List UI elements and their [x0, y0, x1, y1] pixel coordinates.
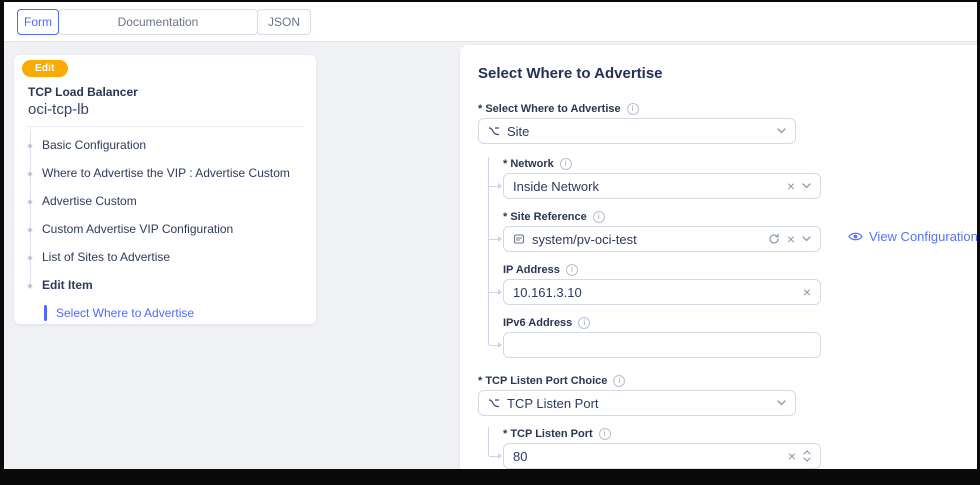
field-label: IPv6 Address: [503, 317, 572, 329]
one-of-fork-icon: [488, 125, 500, 137]
eye-icon: [848, 231, 863, 242]
content-area: Edit TCP Load Balancer oci-tcp-lb Basic …: [4, 42, 977, 469]
nav-item-label: Where to Advertise the VIP : Advertise C…: [42, 166, 290, 180]
view-mode-tabs: Form Documentation JSON: [4, 2, 977, 35]
clear-icon[interactable]: ×: [787, 179, 795, 193]
info-icon[interactable]: i: [578, 317, 590, 329]
field-label: * Site Reference: [503, 211, 587, 223]
info-icon[interactable]: i: [613, 375, 625, 387]
nav-subitem-label: Select Where to Advertise: [56, 306, 194, 320]
tab-json[interactable]: JSON: [257, 9, 311, 35]
field-label: * Select Where to Advertise: [478, 103, 621, 115]
refresh-icon[interactable]: [768, 233, 780, 245]
app-window: Form Documentation JSON Edit TCP Load Ba…: [4, 2, 977, 469]
network-label-row: * Network i: [503, 157, 977, 170]
where-select-label-row: * Select Where to Advertise i: [478, 102, 977, 115]
field-label: * TCP Listen Port Choice: [478, 375, 607, 387]
nav-item-select-where-to-advertise-active[interactable]: Select Where to Advertise: [14, 299, 316, 327]
bullet-icon: [27, 227, 33, 233]
ip-address-input[interactable]: [513, 285, 796, 300]
nav-item-label: Basic Configuration: [42, 138, 146, 152]
where-select-value: Site: [507, 124, 770, 139]
site-reference-value: system/pv-oci-test: [532, 232, 761, 247]
site-reference-label-row: * Site Reference i: [503, 210, 977, 223]
tcp-listen-port-choice-value: TCP Listen Port: [507, 396, 770, 411]
object-type-label: TCP Load Balancer: [28, 85, 316, 99]
chevron-down-icon[interactable]: [777, 128, 786, 134]
nav-item-list-of-sites-to-advertise[interactable]: List of Sites to Advertise: [14, 243, 316, 271]
tcp-listen-port-input-box: ×: [503, 443, 821, 469]
stepper-up-icon[interactable]: [803, 450, 811, 455]
nav-item-label: Custom Advertise VIP Configuration: [42, 222, 233, 236]
form-section-nav: Basic Configuration Where to Advertise t…: [14, 127, 316, 327]
bullet-icon: [27, 143, 33, 149]
field-label: * TCP Listen Port: [503, 428, 593, 440]
nav-item-advertise-custom[interactable]: Advertise Custom: [14, 187, 316, 215]
clear-icon[interactable]: ×: [803, 285, 811, 299]
ip-address-input-box: ×: [503, 279, 821, 305]
number-stepper[interactable]: [803, 450, 811, 462]
info-icon[interactable]: i: [599, 428, 611, 440]
field-label: IP Address: [503, 264, 560, 276]
ipv6-address-input-box: [503, 332, 821, 358]
nav-item-label: Edit Item: [42, 278, 93, 292]
ip-address-field: IP Address i ×: [503, 263, 977, 305]
network-value: Inside Network: [513, 179, 780, 194]
chevron-down-icon[interactable]: [777, 400, 786, 406]
select-where-to-advertise-panel: Select Where to Advertise * Select Where…: [460, 45, 977, 469]
edit-mode-badge: Edit: [22, 60, 68, 77]
info-icon[interactable]: i: [566, 264, 578, 276]
ipv6-address-input[interactable]: [513, 338, 811, 353]
active-indicator-bar: [44, 305, 47, 321]
site-reference-select[interactable]: system/pv-oci-test ×: [503, 226, 821, 252]
panel-title: Select Where to Advertise: [478, 65, 977, 82]
info-icon[interactable]: i: [593, 211, 605, 223]
view-configuration-label: View Configuration: [869, 229, 977, 244]
tcp-listen-port-choice-label-row: * TCP Listen Port Choice i: [478, 374, 977, 387]
ipv6-address-field: IPv6 Address i: [503, 316, 977, 358]
view-mode-tab-bar: Form Documentation JSON: [4, 2, 977, 42]
stepper-down-icon[interactable]: [803, 457, 811, 462]
clear-icon[interactable]: ×: [787, 232, 795, 246]
tab-form[interactable]: Form: [17, 9, 59, 35]
tcp-listen-port-field: * TCP Listen Port i ×: [503, 427, 977, 469]
view-configuration-link[interactable]: View Configuration: [848, 229, 977, 244]
object-name: oci-tcp-lb: [28, 101, 316, 118]
tcp-listen-port-choice-select[interactable]: TCP Listen Port: [478, 390, 796, 416]
nav-item-where-to-advertise-vip[interactable]: Where to Advertise the VIP : Advertise C…: [14, 159, 316, 187]
ip-address-label-row: IP Address i: [503, 263, 977, 276]
nav-item-label: Advertise Custom: [42, 194, 137, 208]
chevron-down-icon[interactable]: [802, 236, 811, 242]
tcp-listen-port-input[interactable]: [513, 449, 781, 464]
window-frame: Form Documentation JSON Edit TCP Load Ba…: [0, 0, 980, 485]
bullet-icon: [27, 283, 33, 289]
info-icon[interactable]: i: [627, 103, 639, 115]
bullet-icon: [27, 199, 33, 205]
network-select[interactable]: Inside Network ×: [503, 173, 821, 199]
tab-documentation[interactable]: Documentation: [58, 9, 258, 35]
bullet-icon: [27, 171, 33, 177]
tcp-listen-port-label-row: * TCP Listen Port i: [503, 427, 977, 440]
nav-item-edit-item[interactable]: Edit Item: [14, 271, 316, 299]
where-to-advertise-select[interactable]: Site: [478, 118, 796, 144]
ipv6-address-label-row: IPv6 Address i: [503, 316, 977, 329]
chevron-down-icon[interactable]: [802, 183, 811, 189]
form-navigation-card: Edit TCP Load Balancer oci-tcp-lb Basic …: [14, 55, 316, 324]
clear-icon[interactable]: ×: [788, 449, 796, 463]
nav-item-custom-advertise-vip-configuration[interactable]: Custom Advertise VIP Configuration: [14, 215, 316, 243]
tcp-port-subfields-group: * TCP Listen Port i ×: [488, 427, 977, 469]
nav-item-label: List of Sites to Advertise: [42, 250, 170, 264]
info-icon[interactable]: i: [560, 158, 572, 170]
field-label: * Network: [503, 158, 554, 170]
nav-item-basic-configuration[interactable]: Basic Configuration: [14, 131, 316, 159]
one-of-fork-icon: [488, 397, 500, 409]
network-field: * Network i Inside Network ×: [503, 157, 977, 199]
site-subfields-group: * Network i Inside Network ×: [488, 157, 977, 358]
reference-object-icon: [513, 233, 525, 245]
bullet-icon: [27, 255, 33, 261]
